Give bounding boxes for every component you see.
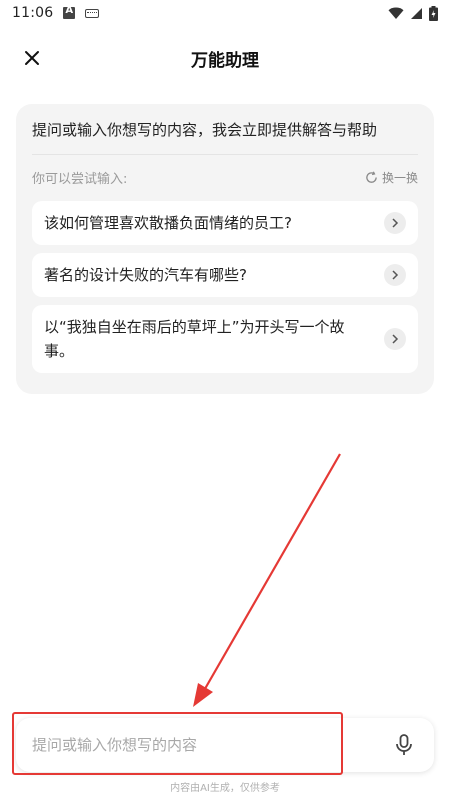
question-input[interactable] — [32, 736, 390, 754]
microphone-icon — [396, 734, 412, 755]
chevron-right-icon — [384, 328, 406, 350]
input-bar — [16, 718, 434, 772]
battery-icon — [429, 5, 438, 21]
chevron-right-icon — [384, 264, 406, 286]
status-left: 11:06 — [12, 5, 100, 21]
status-bar: 11:06 — [0, 0, 450, 26]
close-icon — [25, 51, 39, 65]
suggestion-item[interactable]: 以“我独自坐在雨后的草坪上”为开头写一个故事。 — [32, 305, 418, 373]
voice-input-button[interactable] — [390, 731, 418, 759]
refresh-icon — [366, 170, 377, 183]
close-button[interactable] — [18, 44, 46, 72]
status-time: 11:06 — [12, 5, 54, 21]
status-right — [388, 5, 438, 21]
page-title: 万能助理 — [191, 50, 259, 71]
app-notification-icon — [63, 5, 76, 19]
suggestion-text: 该如何管理喜欢散播负面情绪的员工? — [44, 214, 292, 232]
wifi-icon — [388, 7, 404, 19]
try-row: 你可以尝试输入: 换一换 — [32, 167, 418, 187]
keyboard-icon — [85, 8, 100, 18]
try-label: 你可以尝试输入: — [32, 171, 128, 187]
refresh-label: 换一换 — [381, 170, 418, 185]
assistant-card: 提问或输入你想写的内容，我会立即提供解答与帮助 你可以尝试输入: 换一换 该如何… — [16, 104, 434, 394]
refresh-button[interactable]: 换一换 — [365, 169, 418, 186]
chevron-right-icon — [384, 212, 406, 234]
suggestion-text: 著名的设计失败的汽车有哪些? — [44, 266, 247, 284]
suggestion-item[interactable]: 该如何管理喜欢散播负面情绪的员工? — [32, 201, 418, 245]
suggestion-item[interactable]: 著名的设计失败的汽车有哪些? — [32, 253, 418, 297]
header: 万能助理 — [0, 36, 450, 80]
card-intro: 提问或输入你想写的内容，我会立即提供解答与帮助 — [32, 120, 418, 155]
suggestion-text: 以“我独自坐在雨后的草坪上”为开头写一个故事。 — [44, 318, 345, 360]
disclaimer: 内容由AI生成，仅供参考 — [170, 783, 280, 794]
signal-icon — [411, 7, 422, 19]
